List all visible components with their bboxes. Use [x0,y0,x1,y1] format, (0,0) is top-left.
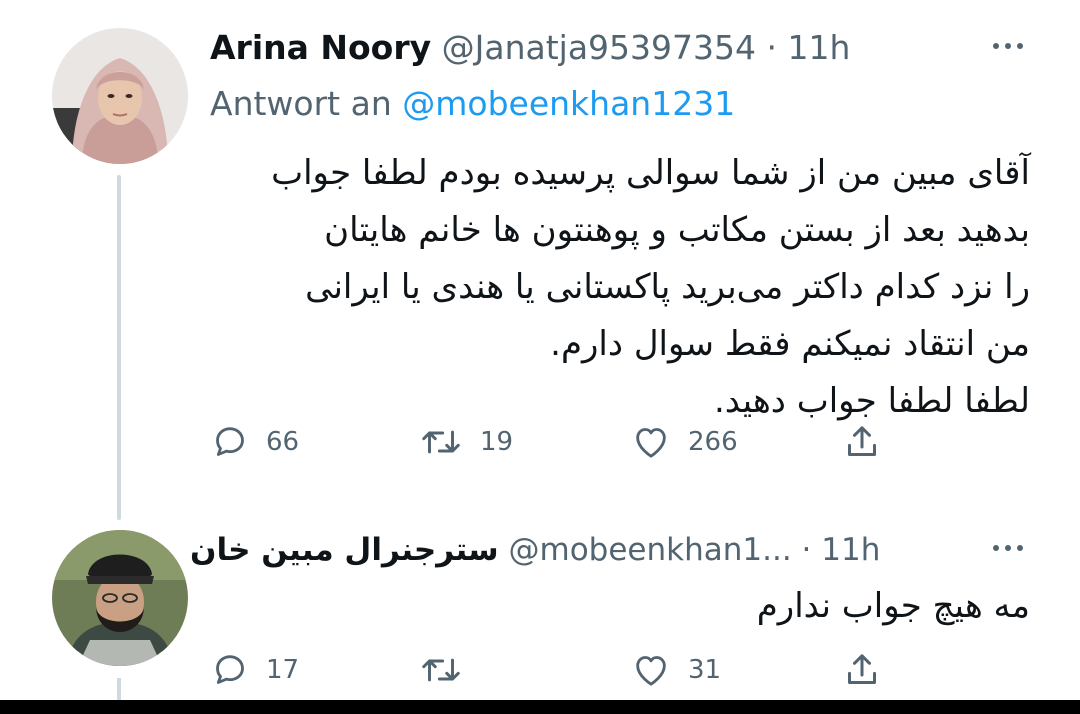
retweet-button[interactable]: 19 [418,422,513,462]
display-name[interactable]: Arina Noory [210,28,431,67]
share-icon [848,654,876,684]
bottom-black-bar [0,700,1080,714]
retweet-icon [422,430,460,454]
tweet-text: آقای مبین من از شما سوالی پرسیده بودم لط… [210,145,1030,430]
tweet-text-line: آقای مبین من از شما سوالی پرسیده بودم لط… [271,153,1030,193]
reply-handle-link[interactable]: @mobeenkhan1231 [402,84,735,123]
like-count: 266 [688,427,738,457]
reply-icon [216,655,244,684]
tweet-text: مه هیچ جواب ندارم [210,578,1030,635]
tweet-text-line: لطفا لطفا جواب دهید. [713,381,1030,421]
tweet-timestamp[interactable]: 11h [788,28,851,67]
tweet-header: سترجنرال مبین خان @mobeenkhan1... · 11h [190,528,1030,576]
like-button[interactable]: 31 [630,650,721,690]
tweet-text-line: مه هیچ جواب ندارم [756,586,1030,626]
retweet-icon [422,658,460,682]
avatar-mobeen-khan[interactable] [52,530,188,666]
thread-connector-line-continued [117,678,121,700]
reply-button[interactable]: 17 [210,650,299,690]
user-handle[interactable]: @Janatja95397354 [442,28,756,67]
separator-dot: · [766,28,778,67]
avatar-arina-noory[interactable] [52,28,188,164]
more-horizontal-icon[interactable] [988,36,1028,56]
tweet-header: Arina Noory @Janatja95397354 · 11h [210,26,850,74]
like-count: 31 [688,655,722,685]
tweet-text-line: من انتقاد نمیکنم فقط سوال دارم. [550,324,1030,364]
retweet-count: 19 [480,427,514,457]
display-name[interactable]: سترجنرال مبین خان [190,532,499,568]
reply-count: 17 [266,655,300,685]
heart-icon [636,656,666,686]
share-button[interactable] [842,650,882,690]
user-handle[interactable]: @mobeenkhan1... [509,532,792,568]
like-button[interactable]: 266 [630,422,738,462]
reply-icon [216,427,244,456]
reply-count: 66 [266,427,300,457]
thread-connector-line [117,175,121,520]
retweet-button[interactable] [418,650,480,690]
more-horizontal-icon[interactable] [988,538,1028,558]
tweet-text-line: را نزد کدام داکتر می‌برید پاکستانی یا هن… [305,267,1030,307]
tweet-timestamp[interactable]: 11h [821,532,880,568]
separator-dot: · [801,532,812,568]
reply-button[interactable]: 66 [210,422,299,462]
reply-context: Antwort an @mobeenkhan1231 [210,82,735,126]
tweet-text-line: بدهید بعد از بستن مکاتب و پوهنتون ها خان… [324,210,1030,250]
heart-icon [636,428,666,458]
reply-prefix: Antwort an [210,84,392,123]
share-button[interactable] [842,422,882,462]
twitter-thread-screenshot: Arina Noory @Janatja95397354 · 11h Antwo… [0,0,1080,700]
share-icon [848,426,876,456]
